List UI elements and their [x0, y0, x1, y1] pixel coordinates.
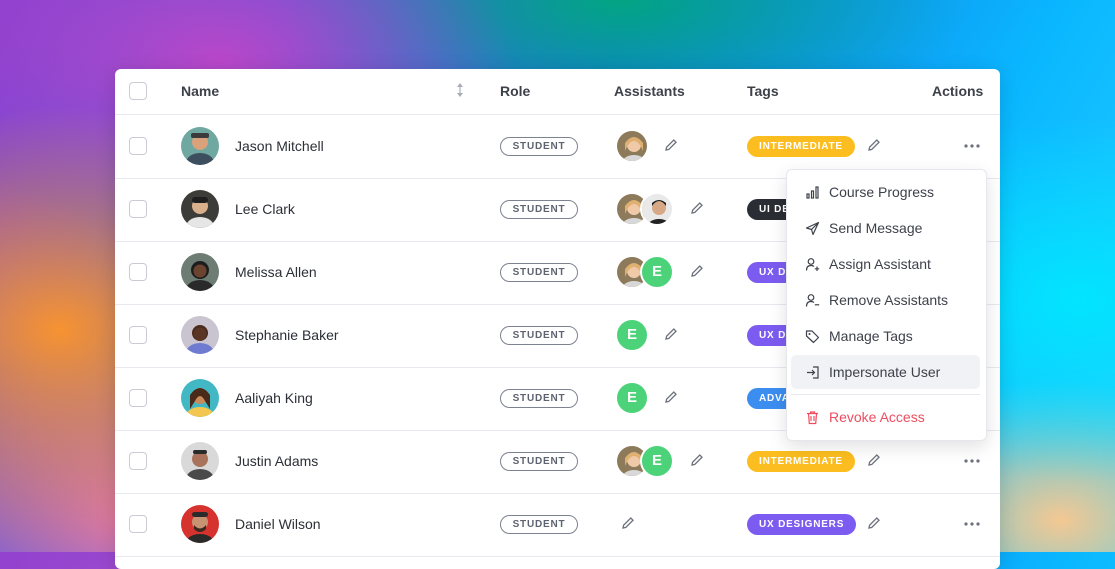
role-badge: STUDENT: [500, 137, 578, 156]
bar-chart-icon: [805, 185, 820, 200]
avatar: [181, 190, 219, 228]
menu-item-label: Impersonate User: [829, 364, 941, 380]
table-row: Daniel Wilson STUDENT UX DESIGNERS: [115, 493, 1000, 557]
row-checkbox[interactable]: [129, 515, 147, 533]
assistant-avatar: [615, 129, 649, 163]
row-checkbox[interactable]: [129, 200, 147, 218]
role-badge: STUDENT: [500, 326, 578, 345]
tag-badge: INTERMEDIATE: [747, 136, 855, 157]
edit-tags-icon[interactable]: [867, 138, 881, 152]
avatar: [181, 127, 219, 165]
edit-assistants-icon[interactable]: [664, 327, 678, 341]
student-name[interactable]: Jason Mitchell: [235, 138, 324, 154]
menu-item-label: Course Progress: [829, 184, 935, 200]
row-checkbox[interactable]: [129, 137, 147, 155]
role-badge: STUDENT: [500, 263, 578, 282]
assistant-initial-avatar: E: [640, 255, 674, 289]
menu-item-label: Remove Assistants: [829, 292, 949, 308]
row-checkbox[interactable]: [129, 389, 147, 407]
student-name[interactable]: Aaliyah King: [235, 390, 313, 406]
tags-column-header: Tags: [747, 83, 779, 99]
assistant-initial-avatar: E: [615, 318, 649, 352]
avatar: [181, 253, 219, 291]
edit-assistants-icon[interactable]: [690, 201, 704, 215]
tag-icon: [805, 329, 820, 344]
menu-divider: [791, 394, 980, 395]
menu-item-assign-assistant[interactable]: Assign Assistant: [791, 247, 980, 281]
avatar: [181, 316, 219, 354]
more-actions-icon[interactable]: [963, 137, 981, 155]
edit-tags-icon[interactable]: [867, 453, 881, 467]
avatar: [181, 505, 219, 543]
send-icon: [805, 221, 820, 236]
assistants-column-header: Assistants: [614, 83, 685, 99]
menu-item-label: Manage Tags: [829, 328, 913, 344]
role-badge: STUDENT: [500, 200, 578, 219]
edit-assistants-icon[interactable]: [621, 516, 635, 530]
edit-assistants-icon[interactable]: [664, 390, 678, 404]
menu-item-label: Send Message: [829, 220, 923, 236]
actions-dropdown-menu: Course Progress Send Message Assign Assi…: [786, 169, 987, 441]
menu-item-revoke-access[interactable]: Revoke Access: [791, 400, 980, 434]
student-name[interactable]: Melissa Allen: [235, 264, 317, 280]
role-column-header: Role: [500, 83, 531, 99]
sort-icon[interactable]: [455, 82, 465, 101]
student-name[interactable]: Stephanie Baker: [235, 327, 339, 343]
trash-icon: [805, 410, 820, 425]
menu-item-send-message[interactable]: Send Message: [791, 211, 980, 245]
role-badge: STUDENT: [500, 452, 578, 471]
student-name[interactable]: Lee Clark: [235, 201, 295, 217]
tag-badge: INTERMEDIATE: [747, 451, 855, 472]
name-column-header[interactable]: Name: [181, 83, 219, 99]
tag-badge: UX DESIGNERS: [747, 514, 857, 535]
table-header: Name Role Assistants Tags Actions: [115, 69, 1000, 115]
assistant-initial-avatar: E: [640, 444, 674, 478]
assistant-avatar: [640, 192, 674, 226]
edit-assistants-icon[interactable]: [690, 453, 704, 467]
edit-tags-icon[interactable]: [867, 516, 881, 530]
avatar: [181, 442, 219, 480]
more-actions-icon[interactable]: [963, 515, 981, 533]
menu-item-label: Revoke Access: [829, 409, 925, 425]
menu-item-manage-tags[interactable]: Manage Tags: [791, 319, 980, 353]
row-checkbox[interactable]: [129, 263, 147, 281]
menu-item-impersonate-user[interactable]: Impersonate User: [791, 355, 980, 389]
menu-item-label: Assign Assistant: [829, 256, 931, 272]
sign-in-icon: [805, 365, 820, 380]
user-minus-icon: [805, 293, 820, 308]
menu-item-course-progress[interactable]: Course Progress: [791, 175, 980, 209]
select-all-checkbox[interactable]: [129, 82, 147, 100]
menu-item-remove-assistants[interactable]: Remove Assistants: [791, 283, 980, 317]
role-badge: STUDENT: [500, 389, 578, 408]
row-checkbox[interactable]: [129, 326, 147, 344]
student-name[interactable]: Justin Adams: [235, 453, 318, 469]
role-badge: STUDENT: [500, 515, 578, 534]
avatar: [181, 379, 219, 417]
user-plus-icon: [805, 257, 820, 272]
assistant-initial-avatar: E: [615, 381, 649, 415]
more-actions-icon[interactable]: [963, 452, 981, 470]
student-name[interactable]: Daniel Wilson: [235, 516, 321, 532]
actions-column-header: Actions: [932, 83, 984, 99]
row-checkbox[interactable]: [129, 452, 147, 470]
edit-assistants-icon[interactable]: [664, 138, 678, 152]
edit-assistants-icon[interactable]: [690, 264, 704, 278]
